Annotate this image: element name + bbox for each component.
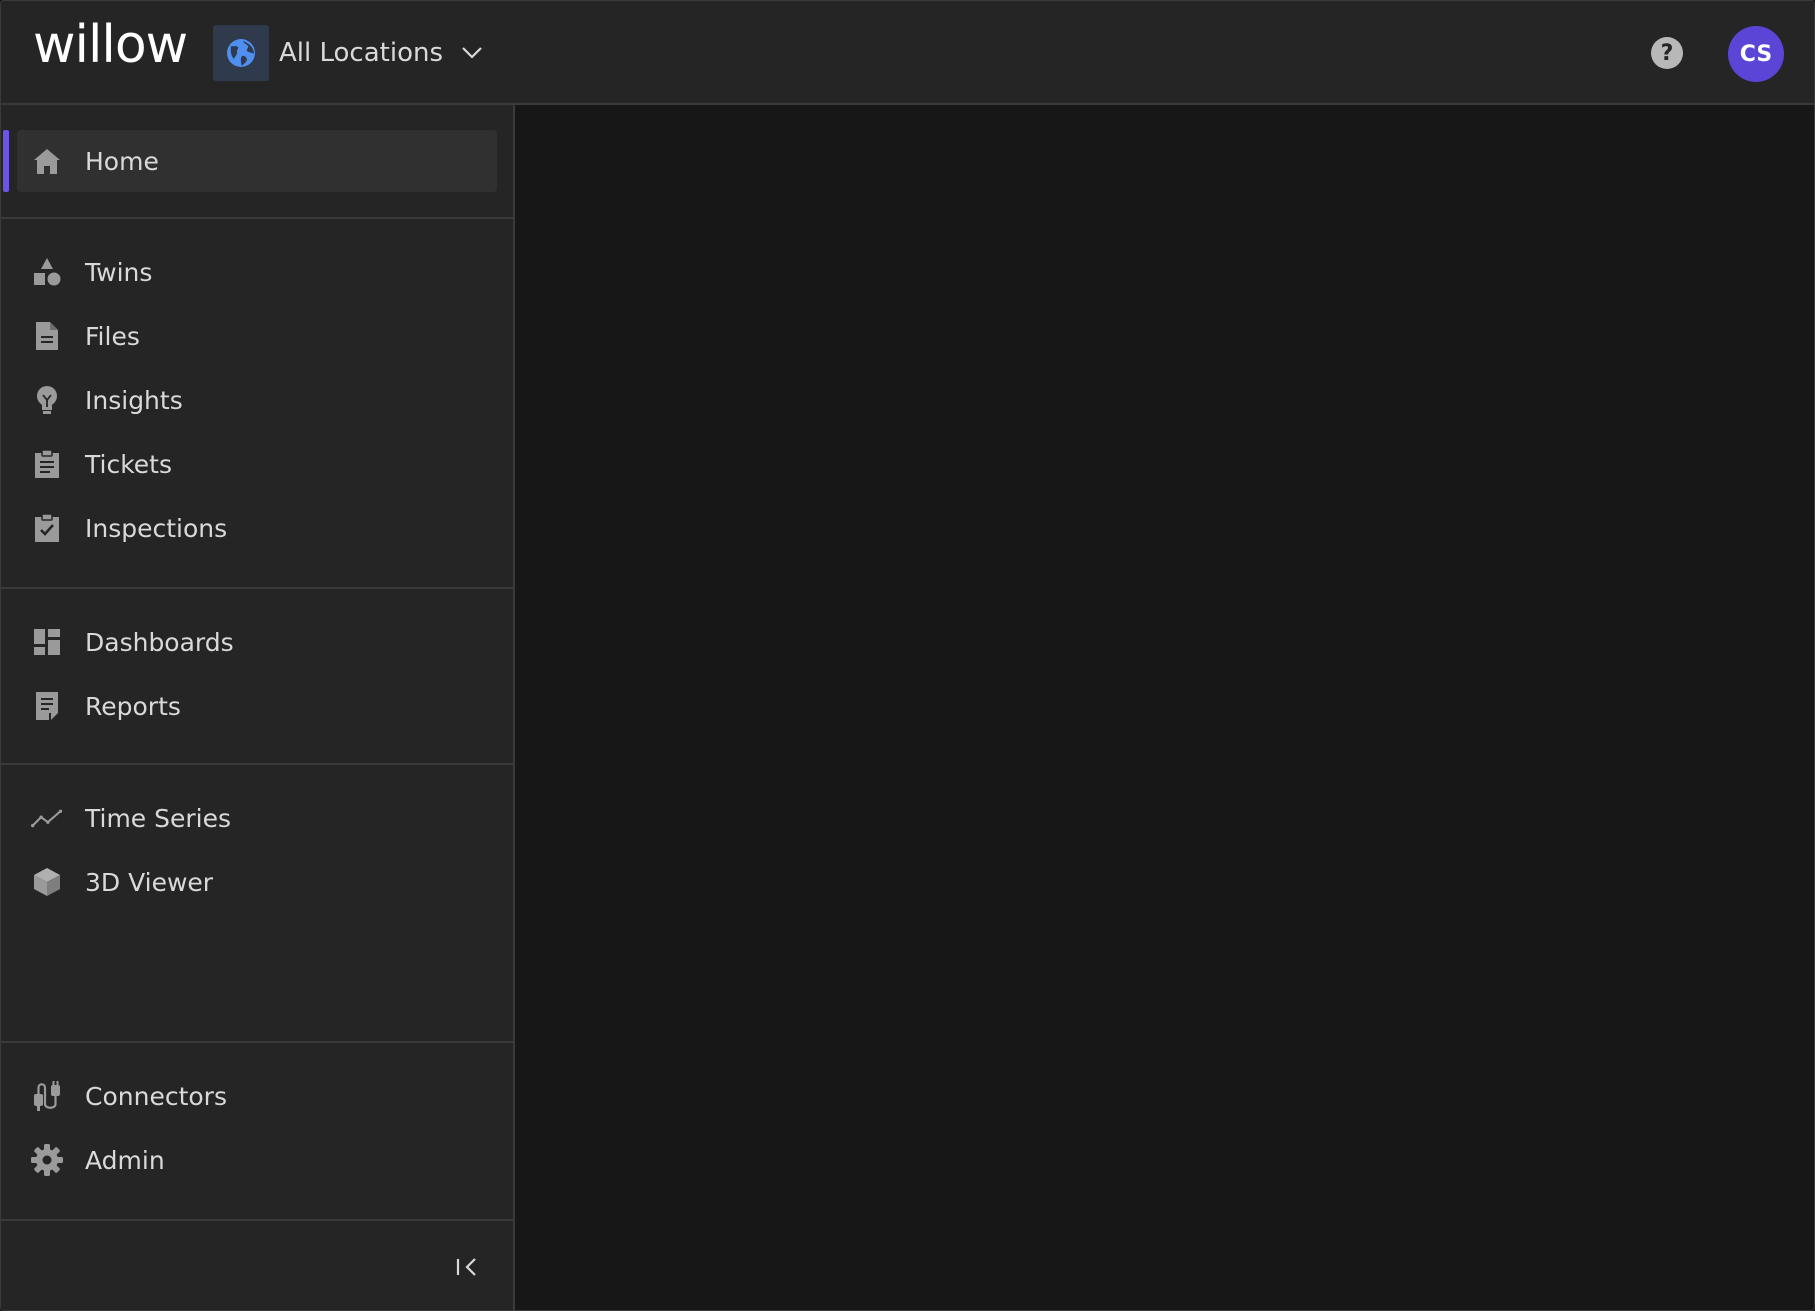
help-icon[interactable]: ? — [1651, 37, 1683, 69]
nav-label-3d-viewer: 3D Viewer — [85, 867, 214, 897]
top-bar: willow All Locations ? CS — [1, 1, 1814, 105]
nav-label-time-series: Time Series — [85, 803, 232, 833]
nav-item-3d-viewer[interactable]: 3D Viewer — [17, 851, 497, 913]
lightbulb-icon — [31, 384, 63, 416]
clipboard-icon — [31, 448, 63, 480]
nav-section-operations: Twins Files Insights Tickets Inspections — [1, 219, 513, 589]
nav-item-tickets[interactable]: Tickets — [17, 433, 497, 495]
willow-logo[interactable]: willow — [33, 15, 188, 75]
dashboard-icon — [31, 626, 63, 658]
location-selector[interactable]: All Locations — [213, 25, 483, 81]
report-icon — [31, 690, 63, 722]
nav-item-files[interactable]: Files — [17, 305, 497, 367]
nav-item-time-series[interactable]: Time Series — [17, 787, 497, 849]
nav-label-home: Home — [85, 146, 159, 176]
nav-section-admin: Connectors Admin — [1, 1043, 513, 1221]
nav-label-admin: Admin — [85, 1145, 165, 1175]
main-content — [515, 105, 1814, 1310]
user-avatar[interactable]: CS — [1728, 26, 1784, 82]
nav-section-visualization: Time Series 3D Viewer — [1, 765, 513, 1043]
line-chart-icon — [31, 802, 63, 834]
nav-label-files: Files — [85, 321, 140, 351]
home-icon — [31, 145, 63, 177]
checklist-icon — [31, 512, 63, 544]
nav-section-home: Home — [1, 105, 513, 219]
location-label: All Locations — [279, 38, 444, 68]
nav-label-reports: Reports — [85, 691, 181, 721]
nav-label-tickets: Tickets — [85, 449, 172, 479]
nav-item-reports[interactable]: Reports — [17, 675, 497, 737]
globe-icon — [213, 25, 269, 81]
nav-label-dashboards: Dashboards — [85, 627, 234, 657]
nav-label-connectors: Connectors — [85, 1081, 227, 1111]
nav-label-inspections: Inspections — [85, 513, 228, 543]
nav-label-insights: Insights — [85, 385, 183, 415]
gear-icon — [31, 1144, 63, 1176]
nav-item-admin[interactable]: Admin — [17, 1129, 497, 1191]
nav-label-twins: Twins — [85, 257, 153, 287]
file-icon — [31, 320, 63, 352]
collapse-sidebar-icon[interactable] — [453, 1253, 481, 1281]
app-window: willow All Locations ? CS Home Twins Fil… — [0, 0, 1815, 1311]
plug-icon — [31, 1080, 63, 1112]
chevron-down-icon — [461, 46, 483, 60]
sidebar: Home Twins Files Insights Tickets Inspec… — [1, 105, 515, 1310]
nav-item-inspections[interactable]: Inspections — [17, 497, 497, 559]
active-indicator — [3, 130, 9, 192]
nav-item-twins[interactable]: Twins — [17, 241, 497, 303]
nav-item-dashboards[interactable]: Dashboards — [17, 611, 497, 673]
shapes-icon — [31, 256, 63, 288]
nav-section-analytics: Dashboards Reports — [1, 589, 513, 765]
cube-icon — [31, 866, 63, 898]
nav-item-insights[interactable]: Insights — [17, 369, 497, 431]
nav-item-home[interactable]: Home — [3, 130, 497, 192]
sidebar-footer — [1, 1221, 513, 1310]
nav-item-connectors[interactable]: Connectors — [17, 1065, 497, 1127]
